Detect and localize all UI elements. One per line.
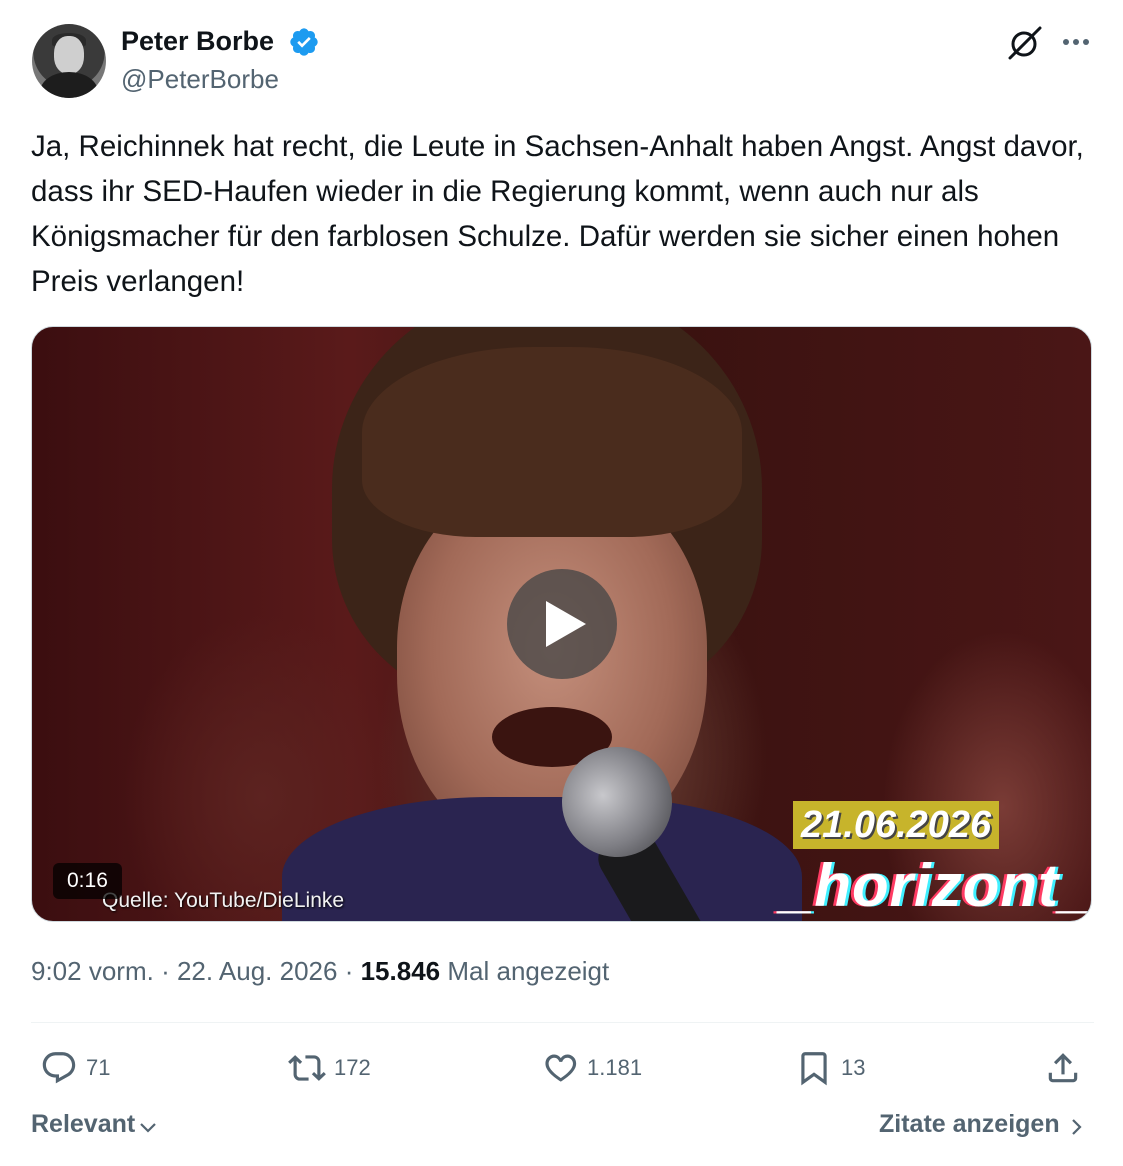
tweet-text: Ja, Reichinnek hat recht, die Leute in S… bbox=[31, 130, 1084, 298]
share-icon bbox=[1048, 1053, 1078, 1083]
play-icon bbox=[546, 601, 586, 647]
video-frame-shape bbox=[362, 347, 742, 537]
bookmark-button[interactable]: 13 bbox=[795, 1048, 865, 1088]
meta-separator: · bbox=[161, 956, 170, 986]
reply-button[interactable]: 71 bbox=[40, 1048, 110, 1088]
avatar-head bbox=[54, 36, 84, 74]
like-button[interactable]: 1.181 bbox=[541, 1048, 642, 1088]
tweet-meta: 9:02 vorm. · 22. Aug. 2026 · 15.846 Mal … bbox=[31, 956, 609, 987]
video-source-caption: Quelle: YouTube/DieLinke bbox=[102, 889, 345, 912]
like-count: 1.181 bbox=[587, 1055, 643, 1080]
like-icon bbox=[545, 1054, 577, 1082]
author-name[interactable]: Peter Borbe bbox=[121, 26, 274, 57]
video-date-overlay: 21.06.2026 bbox=[793, 801, 1000, 849]
quotes-label: Zitate anzeigen bbox=[879, 1110, 1060, 1138]
view-quotes-link[interactable]: Zitate anzeigen bbox=[879, 1110, 1086, 1139]
bookmark-icon bbox=[801, 1052, 827, 1086]
meta-separator: · bbox=[344, 956, 354, 986]
video-player[interactable]: 21.06.2026 _horizont_ Quelle: YouTube/Di… bbox=[31, 326, 1092, 922]
video-frame-shape bbox=[282, 797, 802, 921]
avatar[interactable] bbox=[32, 24, 106, 98]
tweet-time[interactable]: 9:02 vorm. bbox=[31, 956, 154, 986]
repost-icon bbox=[288, 1055, 326, 1081]
sort-dropdown[interactable]: Relevant bbox=[31, 1110, 158, 1139]
author-handle[interactable]: @PeterBorbe bbox=[121, 64, 279, 95]
video-duration-badge: 0:16 bbox=[53, 863, 122, 899]
bookmark-count: 13 bbox=[841, 1055, 866, 1080]
repost-button[interactable]: 172 bbox=[288, 1048, 371, 1088]
divider bbox=[31, 1022, 1094, 1023]
grok-icon[interactable] bbox=[1006, 24, 1044, 62]
more-icon[interactable] bbox=[1060, 30, 1092, 54]
views-label: Mal angezeigt bbox=[447, 956, 610, 986]
chevron-down-icon bbox=[140, 1122, 156, 1133]
sort-label: Relevant bbox=[31, 1110, 136, 1138]
reply-icon bbox=[42, 1052, 76, 1084]
play-button[interactable] bbox=[507, 569, 617, 679]
chevron-right-icon bbox=[1071, 1118, 1082, 1135]
tweet-date[interactable]: 22. Aug. 2026 bbox=[177, 956, 337, 986]
views-count: 15.846 bbox=[360, 956, 441, 986]
verified-badge-icon bbox=[290, 28, 318, 56]
share-button[interactable] bbox=[1044, 1048, 1090, 1088]
reply-count: 71 bbox=[86, 1055, 111, 1080]
video-brand-overlay: _horizont_ bbox=[780, 852, 1092, 919]
avatar-shoulders bbox=[40, 72, 98, 98]
repost-count: 172 bbox=[334, 1055, 371, 1080]
